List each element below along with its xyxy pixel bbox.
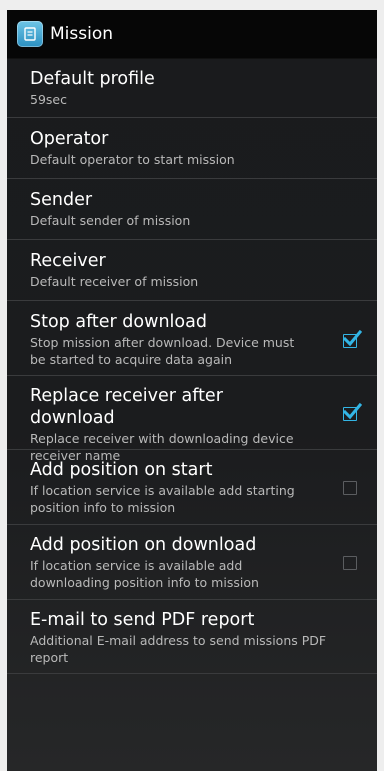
pref-operator[interactable]: Operator Default operator to start missi… <box>7 118 377 179</box>
pref-summary: Default operator to start mission <box>30 152 235 167</box>
checkmark-icon <box>342 402 362 420</box>
pref-title: Stop after download <box>30 312 207 332</box>
pref-sender[interactable]: Sender Default sender of mission <box>7 179 377 240</box>
pref-default-profile[interactable]: Default profile 59sec <box>7 59 377 118</box>
pref-email-pdf-report[interactable]: E-mail to send PDF report Additional E-m… <box>7 600 377 674</box>
preference-list: Default profile 59sec Operator Default o… <box>7 59 377 674</box>
pref-title: Receiver <box>30 251 106 271</box>
pref-summary: Stop mission after download. Device must… <box>30 335 295 367</box>
pref-summary: Additional E-mail address to send missio… <box>30 633 327 665</box>
action-bar: Mission <box>7 10 377 59</box>
document-icon <box>24 27 36 41</box>
pref-summary: Default sender of mission <box>30 213 191 228</box>
pref-add-position-start[interactable]: Add position on start If location servic… <box>7 450 377 525</box>
pref-add-position-download[interactable]: Add position on download If location ser… <box>7 525 377 600</box>
mission-app-icon[interactable] <box>17 21 43 47</box>
replace-receiver-checkbox[interactable] <box>342 402 362 421</box>
pref-title: E-mail to send PDF report <box>30 610 255 630</box>
checkmark-icon <box>342 329 362 347</box>
pref-title: Add position on download <box>30 535 257 555</box>
pref-title: Add position on start <box>30 460 213 480</box>
pref-title: Replace receiver after download <box>30 386 223 428</box>
stop-after-download-checkbox[interactable] <box>342 329 362 348</box>
pref-replace-receiver[interactable]: Replace receiver after download Replace … <box>7 376 377 463</box>
pref-title: Sender <box>30 190 93 210</box>
pref-summary: 59sec <box>30 92 67 107</box>
pref-stop-after-download[interactable]: Stop after download Stop mission after d… <box>7 301 377 376</box>
add-position-download-checkbox[interactable] <box>343 556 357 570</box>
pref-summary: Default receiver of mission <box>30 274 199 289</box>
pref-title: Default profile <box>30 69 155 89</box>
page-title: Mission <box>50 24 114 44</box>
pref-summary: If location service is available add sta… <box>30 483 295 515</box>
pref-receiver[interactable]: Receiver Default receiver of mission <box>7 240 377 301</box>
pref-title: Operator <box>30 129 109 149</box>
settings-screen: Mission Default profile 59sec Operator D… <box>7 10 377 771</box>
add-position-start-checkbox[interactable] <box>343 481 357 495</box>
pref-summary: If location service is available add dow… <box>30 558 259 590</box>
